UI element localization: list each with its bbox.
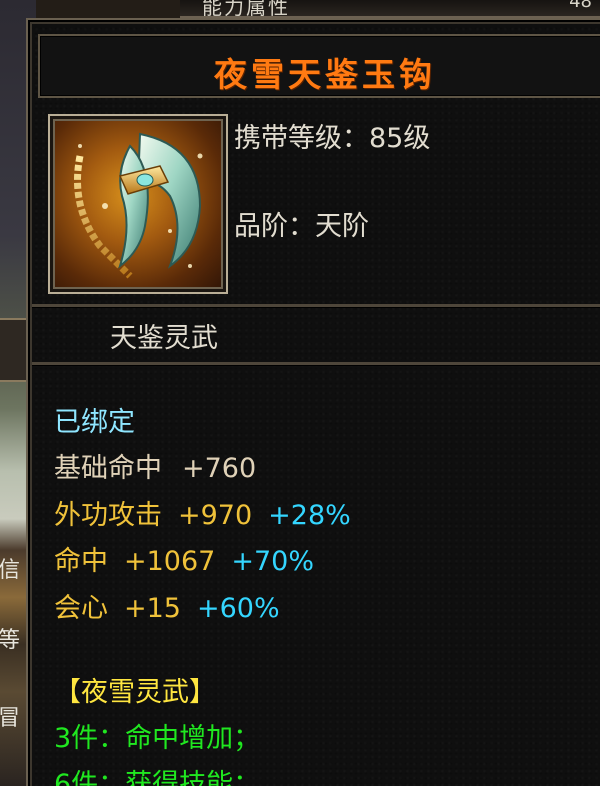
set-bonus-line: 6件：获得技能： [54,769,261,786]
background-glyph: 等 [0,628,21,653]
stat-bonus: +70% [231,546,314,577]
background-window-number: 48 [569,0,592,12]
background-window-title: 能力属性 [202,0,290,18]
stat-row: 会心 +15 +60% [54,586,280,625]
stat-row: 命中 +1067 +70% [54,539,314,578]
stat-value: +970 [178,500,253,531]
divider [32,304,600,307]
stat-value: +1067 [124,546,216,577]
item-title-bar: 夜雪天鉴玉钩 [38,34,600,98]
background-glyph: 信 [0,558,21,583]
weapon-art [74,132,203,279]
game-screen: 能力属性 48 信 等 冒 夜雪天鉴玉钩 携带等级：85级 品阶：天阶 天鉴灵武… [0,0,600,786]
stat-name: 外功攻击 [54,500,162,531]
set-name: 【夜雪灵武】 [54,677,216,708]
stat-value: +760 [182,453,257,484]
item-name: 夜雪天鉴玉钩 [214,55,436,94]
stat-row: 基础命中 +760 [54,446,256,485]
stat-bonus: +60% [196,593,280,624]
set-bonus-line: 3件：命中增加； [54,723,261,754]
background-window-frame: 能力属性 48 [180,0,600,18]
stat-name: 基础命中 [54,453,162,484]
stat-value: +15 [124,593,181,624]
item-tooltip: 夜雪天鉴玉钩 携带等级：85级 品阶：天阶 天鉴灵武 已绑定 基础命中 +760… [26,18,600,786]
stat-bonus: +28% [268,500,351,531]
stat-row: 外功攻击 +970 +28% [54,493,351,532]
stat-name: 会心 [54,593,108,624]
carry-level: 携带等级：85级 [234,123,431,154]
item-grade: 品阶：天阶 [234,211,369,242]
item-type: 天鉴灵武 [110,323,218,354]
stat-name: 命中 [54,546,108,577]
divider [32,362,600,365]
background-glyph: 冒 [0,706,21,731]
jade-hook-weapon-icon [48,114,228,294]
bind-status: 已绑定 [54,407,135,438]
